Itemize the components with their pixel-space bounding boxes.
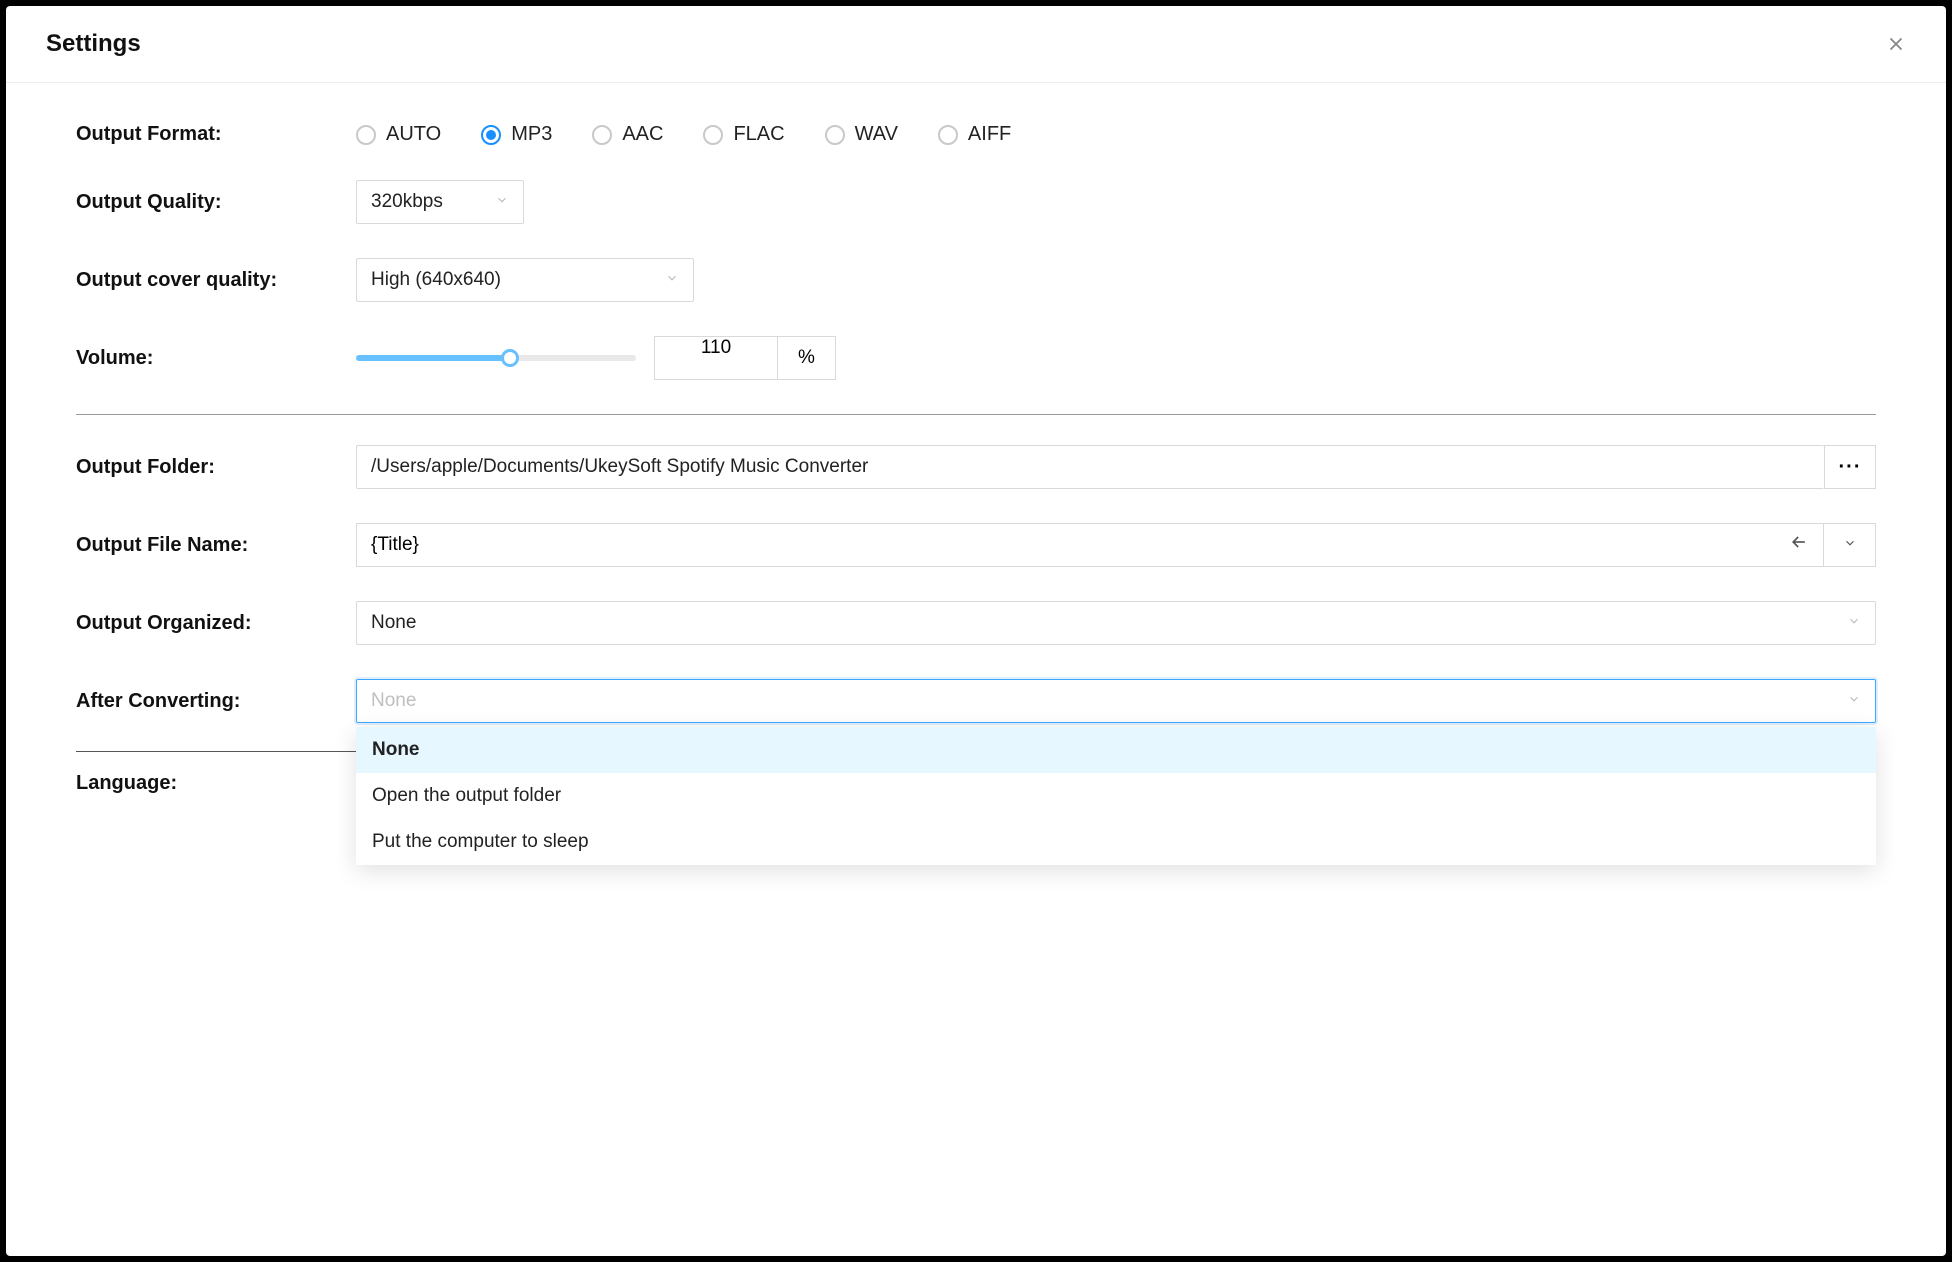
volume-slider-thumb[interactable]: [501, 349, 519, 367]
output-quality-select[interactable]: 320kbps: [356, 180, 524, 224]
label-output-quality: Output Quality:: [76, 191, 356, 214]
radio-label: MP3: [511, 123, 552, 146]
output-quality-value: 320kbps: [371, 191, 443, 213]
dialog-title: Settings: [46, 30, 141, 58]
label-volume: Volume:: [76, 347, 356, 370]
output-file-name-value: {Title}: [371, 534, 419, 556]
after-converting-option[interactable]: None: [356, 727, 1876, 773]
output-organized-value: None: [371, 612, 416, 634]
label-output-cover-quality: Output cover quality:: [76, 269, 356, 292]
radio-label: AAC: [622, 123, 663, 146]
output-cover-quality-select[interactable]: High (640x640): [356, 258, 694, 302]
row-output-file-name: Output File Name: {Title}: [76, 523, 1876, 567]
label-output-organized: Output Organized:: [76, 612, 356, 635]
volume-slider-track: [356, 355, 510, 361]
format-radio-aiff[interactable]: AIFF: [938, 123, 1011, 146]
row-volume: Volume: 110 %: [76, 336, 1876, 380]
format-radio-mp3[interactable]: MP3: [481, 123, 552, 146]
radio-icon: [356, 125, 376, 145]
output-organized-select[interactable]: None: [356, 601, 1876, 645]
row-output-folder: Output Folder: /Users/apple/Documents/Uk…: [76, 445, 1876, 489]
label-output-format: Output Format:: [76, 123, 356, 146]
format-radio-aac[interactable]: AAC: [592, 123, 663, 146]
section-divider: [76, 414, 1876, 415]
dialog-body: Output Format: AUTO MP3 AAC FLAC WAV AIFF Out…: [6, 83, 1946, 1256]
settings-dialog: Settings Output Format: AUTO MP3 AAC FLAC WA…: [6, 6, 1946, 1256]
chevron-down-icon: [1847, 690, 1861, 712]
label-after-converting: After Converting:: [76, 690, 356, 713]
row-output-format: Output Format: AUTO MP3 AAC FLAC WAV AIFF: [76, 123, 1876, 146]
file-name-template-button[interactable]: [1824, 523, 1876, 567]
row-output-organized: Output Organized: None: [76, 601, 1876, 645]
after-converting-dropdown: NoneOpen the output folderPut the comput…: [356, 727, 1876, 865]
format-radio-wav[interactable]: WAV: [825, 123, 898, 146]
output-folder-value: /Users/apple/Documents/UkeySoft Spotify …: [371, 456, 868, 478]
radio-icon: [703, 125, 723, 145]
output-cover-quality-value: High (640x640): [371, 269, 501, 291]
radio-label: FLAC: [733, 123, 784, 146]
output-format-radio-group: AUTO MP3 AAC FLAC WAV AIFF: [356, 123, 1011, 146]
chevron-down-icon: [495, 191, 509, 213]
output-folder-input[interactable]: /Users/apple/Documents/UkeySoft Spotify …: [356, 445, 1824, 489]
radio-icon: [825, 125, 845, 145]
after-converting-option[interactable]: Put the computer to sleep: [356, 819, 1876, 865]
format-radio-auto[interactable]: AUTO: [356, 123, 441, 146]
after-converting-select[interactable]: None: [356, 679, 1876, 723]
browse-folder-button[interactable]: ···: [1824, 445, 1876, 489]
close-icon: [1885, 33, 1907, 55]
label-output-file-name: Output File Name:: [76, 534, 356, 557]
ellipsis-icon: ···: [1839, 456, 1862, 479]
volume-unit: %: [778, 336, 836, 380]
row-after-converting: After Converting: None NoneOpen the outp…: [76, 679, 1876, 723]
format-radio-flac[interactable]: FLAC: [703, 123, 784, 146]
output-file-name-input[interactable]: {Title}: [356, 523, 1824, 567]
dialog-header: Settings: [6, 6, 1946, 83]
volume-input[interactable]: 110: [654, 336, 778, 380]
close-button[interactable]: [1880, 28, 1912, 60]
label-output-folder: Output Folder:: [76, 456, 356, 479]
label-language: Language:: [76, 772, 356, 795]
arrow-left-icon: [1789, 532, 1809, 558]
radio-label: WAV: [855, 123, 898, 146]
chevron-down-icon: [1843, 536, 1857, 555]
row-output-cover-quality: Output cover quality: High (640x640): [76, 258, 1876, 302]
radio-label: AUTO: [386, 123, 441, 146]
chevron-down-icon: [665, 269, 679, 291]
volume-slider[interactable]: [356, 355, 636, 361]
radio-label: AIFF: [968, 123, 1011, 146]
section-divider: [76, 751, 356, 752]
after-converting-option[interactable]: Open the output folder: [356, 773, 1876, 819]
row-output-quality: Output Quality: 320kbps: [76, 180, 1876, 224]
radio-icon: [592, 125, 612, 145]
after-converting-value: None: [371, 690, 416, 712]
radio-icon: [481, 125, 501, 145]
chevron-down-icon: [1847, 612, 1861, 634]
radio-icon: [938, 125, 958, 145]
